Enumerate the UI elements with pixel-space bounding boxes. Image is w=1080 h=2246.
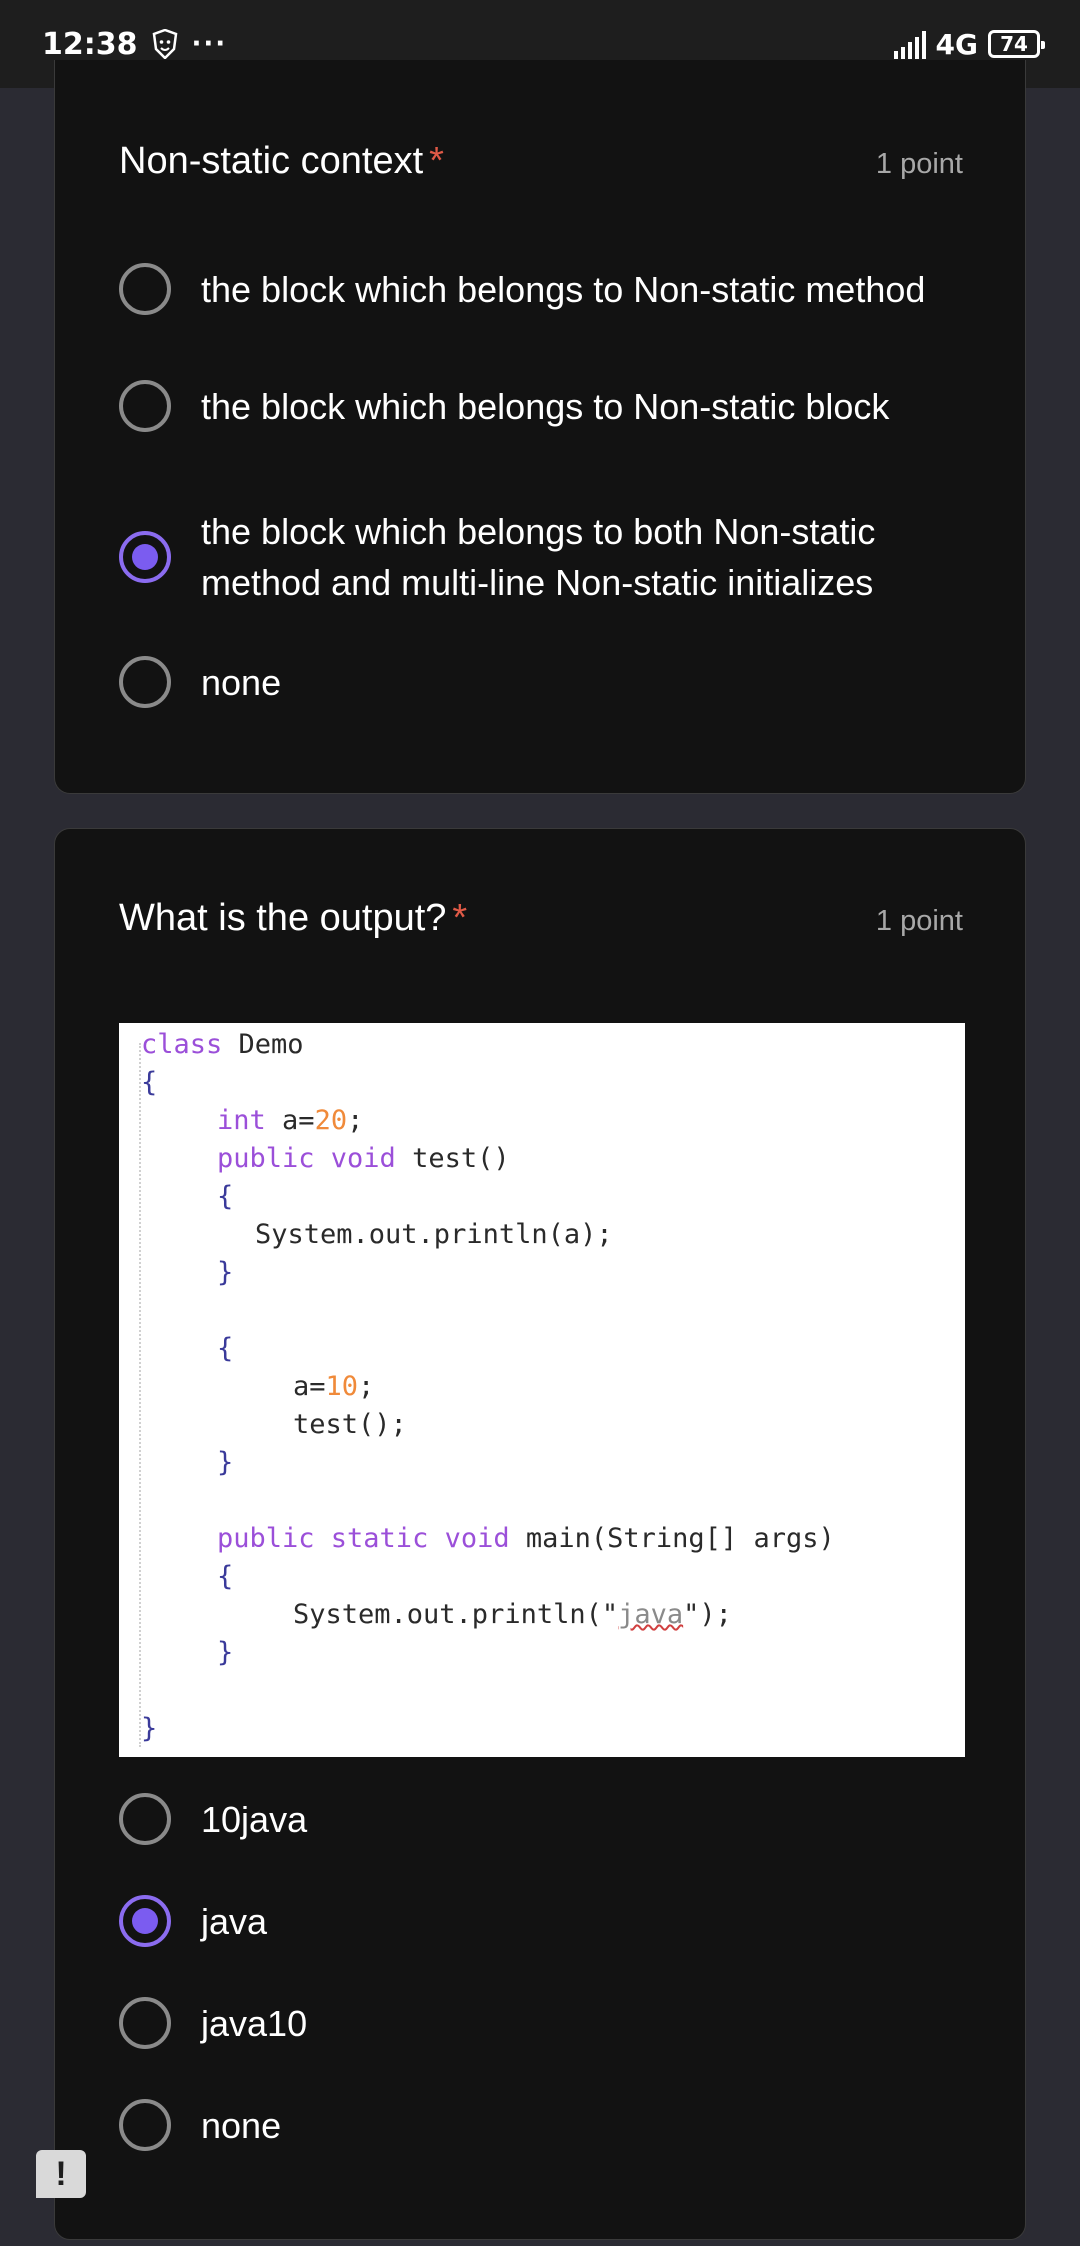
question-points: 1 point: [875, 148, 963, 180]
radio-option[interactable]: none: [119, 656, 985, 708]
radio-option-selected[interactable]: java: [119, 1895, 985, 1947]
option-label: the block which belongs to Non-static bl…: [201, 385, 890, 427]
code-gutter: [139, 1043, 141, 1747]
question-title-text: What is the output?: [119, 897, 447, 939]
signal-icon: [893, 29, 926, 59]
option-label: java10: [201, 2002, 308, 2044]
radio-button-checked[interactable]: [119, 1895, 171, 1947]
question-card-non-static: Non-static context * 1 point the block wh…: [54, 60, 1026, 794]
required-mark: *: [429, 140, 444, 182]
status-time: 12:38: [42, 26, 138, 62]
radio-option[interactable]: the block which belongs to Non-static bl…: [119, 380, 985, 432]
code-line: {: [217, 1181, 234, 1212]
battery-level: 74: [1000, 32, 1028, 56]
radio-option[interactable]: 10java: [119, 1793, 985, 1845]
option-label: 10java: [201, 1798, 308, 1840]
code-line: }: [217, 1257, 234, 1288]
radio-option-selected[interactable]: the block which belongs to both Non-stat…: [119, 506, 985, 608]
required-mark: *: [452, 897, 468, 939]
question-card-output: What is the output? * 1 point class Demo …: [54, 828, 1026, 2240]
code-line: class Demo: [141, 1029, 304, 1060]
radio-button[interactable]: [119, 1793, 171, 1845]
code-line: int a=20;: [217, 1105, 364, 1136]
radio-button[interactable]: [119, 380, 171, 432]
code-line: }: [141, 1713, 158, 1744]
radio-button[interactable]: [119, 263, 171, 315]
battery-icon: 74: [988, 30, 1045, 58]
question-title: What is the output? *: [119, 897, 467, 940]
radio-button[interactable]: [119, 1997, 171, 2049]
code-line: {: [217, 1333, 234, 1364]
question-title: Non-static context *: [119, 140, 444, 183]
code-line: System.out.println("java");: [293, 1599, 732, 1630]
question-title-text: Non-static context: [119, 140, 424, 182]
radio-option[interactable]: none: [119, 2099, 985, 2151]
status-more-icon: ···: [191, 29, 228, 59]
code-line: }: [217, 1637, 234, 1668]
radio-option[interactable]: the block which belongs to Non-static me…: [119, 263, 985, 315]
code-line: System.out.println(a);: [255, 1219, 613, 1250]
radio-option[interactable]: java10: [119, 1997, 985, 2049]
status-left: 12:38 ···: [42, 27, 227, 62]
code-line: test();: [293, 1409, 407, 1440]
radio-button[interactable]: [119, 656, 171, 708]
option-label: the block which belongs to both Non-stat…: [201, 511, 876, 603]
radio-button-checked[interactable]: [119, 531, 171, 583]
option-label: java: [201, 1900, 268, 1942]
network-type: 4G: [935, 27, 978, 61]
code-line: }: [217, 1447, 234, 1478]
code-image: class Demo { int a=20; public void test(…: [119, 1023, 965, 1757]
brave-shield-icon: [152, 29, 177, 59]
code-line: {: [217, 1561, 234, 1592]
code-line: {: [141, 1067, 158, 1098]
status-right: 4G 74: [893, 27, 1045, 61]
radio-button[interactable]: [119, 2099, 171, 2151]
feedback-button[interactable]: !: [36, 2150, 86, 2198]
code-line: public void test(): [217, 1143, 510, 1174]
code-line: a=10;: [293, 1371, 375, 1402]
option-label: the block which belongs to Non-static me…: [201, 268, 926, 310]
option-label: none: [201, 661, 282, 703]
option-label: none: [201, 2104, 282, 2146]
code-line: public static void main(String[] args): [217, 1523, 835, 1554]
question-points: 1 point: [875, 905, 963, 937]
